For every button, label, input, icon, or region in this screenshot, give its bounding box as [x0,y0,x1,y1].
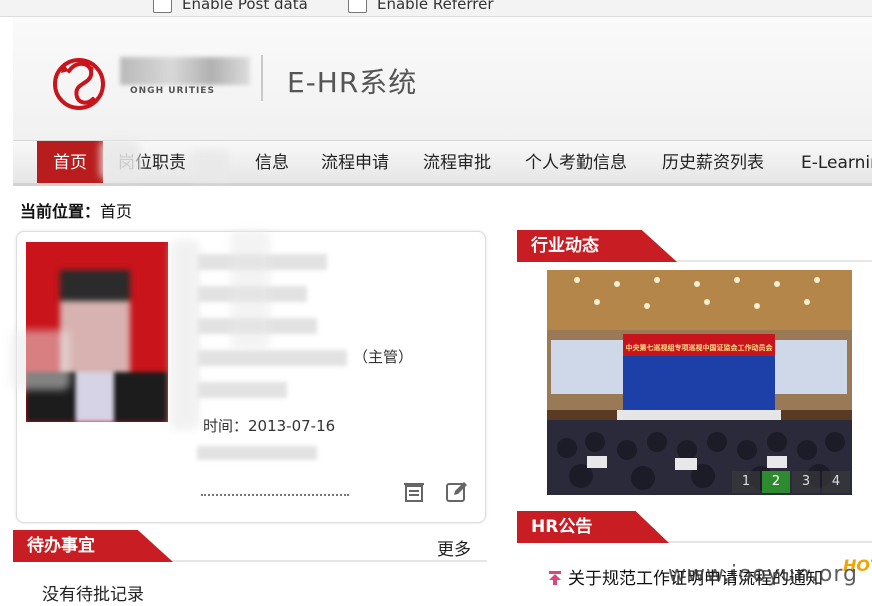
conference-banner-text: 中央第七巡视组专项巡视中国证监会工作动员会 [626,343,774,352]
enable-post-data-option[interactable]: Enable Post data [153,0,308,13]
nav-item-attendance[interactable]: 个人考勤信息 [525,141,627,183]
profile-position: （主管） [353,348,414,366]
profile-field-blurred [197,350,347,366]
header-divider [261,55,263,101]
industry-news-header: 行业动态 [517,230,872,262]
watermark: www.iooyun.org [668,562,858,587]
industry-news-title: 行业动态 [517,230,677,262]
site-header: ONGH URITIES E-HR系统 [13,17,872,140]
nav-item-salary-history[interactable]: 历史薪资列表 [662,141,764,183]
top-pin-icon [549,571,561,585]
profile-entry-date: 时间：2013-07-16 [203,417,336,435]
carousel-pager: 1 2 3 4 [732,471,850,493]
profile-field-blurred [197,382,287,398]
nav-item-home[interactable]: 首页 [37,141,103,183]
company-logo[interactable] [51,53,107,111]
conference-photo: 中央第七巡视组专项巡视中国证监会工作动员会 [547,270,852,495]
nav-item-info[interactable]: 信息 [255,141,289,183]
pager-button[interactable]: 1 [732,471,760,493]
edit-icon[interactable] [445,480,467,502]
nav-item-process-apply[interactable]: 流程申请 [321,141,389,183]
main-nav: 首页 岗位职责 信息 流程申请 流程审批 个人考勤信息 历史薪资列表 E-Lea… [13,140,872,186]
company-name-logo: ONGH URITIES [120,57,255,101]
todo-title: 待办事宜 [13,530,173,562]
option-label: Enable Referrer [377,0,494,13]
profile-dotted-line [201,484,349,496]
breadcrumb-label: 当前位置： [20,202,101,221]
company-english-name: ONGH URITIES [130,86,215,96]
breadcrumb: 当前位置：首页 [20,198,132,222]
extension-toolbar: Enable Post data Enable Referrer [0,0,872,17]
nav-item-process-approve[interactable]: 流程审批 [423,141,491,183]
todo-empty-message: 没有待批记录 [42,585,144,605]
checkbox[interactable] [348,0,367,13]
todo-more-link[interactable]: 更多 [437,535,471,560]
nav-item-elearning[interactable]: E-Learnin [801,141,872,183]
view-details-icon[interactable] [403,482,425,504]
pager-button-active[interactable]: 2 [762,471,790,493]
option-label: Enable Post data [182,0,308,13]
hr-notice-title: HR公告 [517,511,669,543]
todo-section-header: 待办事宜 更多 [13,530,487,562]
dragon-logo-icon [53,58,105,110]
pager-button[interactable]: 3 [792,471,820,493]
enable-referrer-option[interactable]: Enable Referrer [348,0,493,13]
pager-button[interactable]: 4 [822,471,850,493]
checkbox[interactable] [153,0,172,13]
hr-notice-header: HR公告 [517,511,872,543]
breadcrumb-current[interactable]: 首页 [100,202,132,221]
profile-field-blurred [197,446,317,460]
system-name: E-HR系统 [287,66,418,99]
news-carousel-image[interactable]: 中央第七巡视组专项巡视中国证监会工作动员会 1 2 3 4 [547,270,852,495]
